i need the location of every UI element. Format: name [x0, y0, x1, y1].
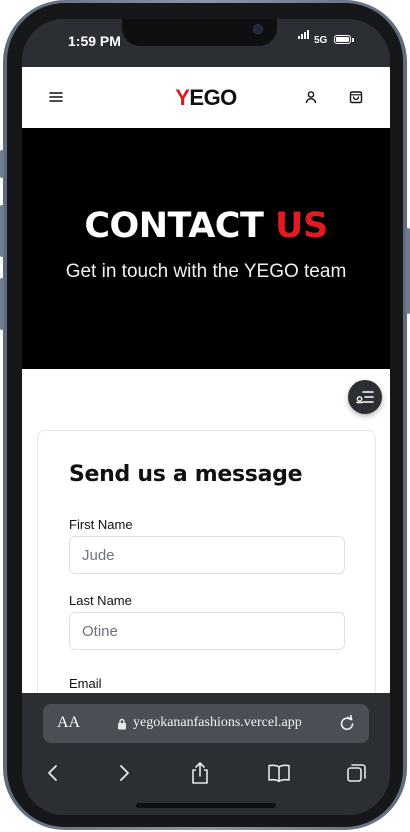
tabs-icon[interactable]: [343, 759, 371, 787]
safari-toolbar: AA yegokananfashions.vercel.app: [22, 693, 390, 815]
first-name-label: First Name: [69, 517, 133, 532]
power-button: [406, 228, 410, 314]
volume-up-button: [0, 205, 4, 257]
volume-down-button: [0, 278, 4, 330]
text-size-button[interactable]: AA: [57, 714, 80, 732]
yego-logo[interactable]: YEGO: [22, 85, 390, 111]
notch: [122, 19, 277, 46]
page-title: CONTACT US: [22, 206, 390, 246]
share-icon[interactable]: [186, 759, 214, 787]
lock-icon: [117, 717, 127, 735]
hero-banner: CONTACT US Get in touch with the YEGO te…: [22, 128, 390, 369]
shopping-bag-icon[interactable]: [344, 85, 368, 109]
bookmarks-icon[interactable]: [265, 759, 293, 787]
title-accent: US: [275, 206, 328, 246]
first-name-input[interactable]: [69, 536, 345, 574]
last-name-input[interactable]: [69, 612, 345, 650]
contact-form-card: Send us a message First Name Last Name E…: [37, 430, 376, 693]
logo-letter-y: Y: [175, 85, 190, 110]
camera-icon: [253, 24, 263, 34]
address-bar[interactable]: AA yegokananfashions.vercel.app: [43, 704, 369, 743]
last-name-label: Last Name: [69, 593, 132, 608]
mute-switch: [0, 150, 4, 178]
hero-subtitle: Get in touch with the YEGO team: [65, 261, 347, 282]
form-heading: Send us a message: [69, 462, 303, 487]
title-main: CONTACT: [84, 206, 264, 246]
site-header: YEGO: [22, 67, 390, 128]
user-icon[interactable]: [299, 85, 323, 109]
status-bar: 1:59 PM 5G: [22, 19, 390, 67]
screen: 1:59 PM 5G YEGO CONTACT US Get in touch …: [22, 19, 390, 815]
forward-icon[interactable]: [110, 759, 138, 787]
filter-list-icon[interactable]: [348, 380, 382, 414]
back-icon[interactable]: [39, 759, 67, 787]
network-type: 5G: [314, 35, 328, 46]
home-indicator: [136, 803, 276, 808]
reload-icon[interactable]: [338, 713, 356, 738]
battery-icon: [334, 35, 354, 44]
web-content: YEGO CONTACT US Get in touch with the YE…: [22, 67, 390, 693]
email-label: Email: [69, 676, 102, 691]
status-time: 1:59 PM: [68, 33, 121, 49]
logo-text: EGO: [189, 85, 237, 110]
url-text: yegokananfashions.vercel.app: [133, 715, 302, 730]
